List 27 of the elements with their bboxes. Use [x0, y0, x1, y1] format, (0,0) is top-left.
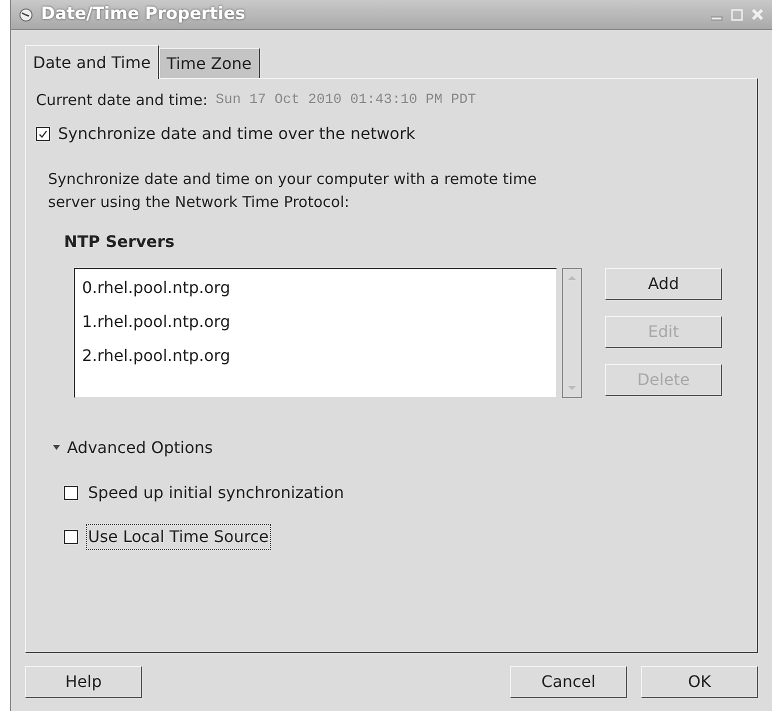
- description-text: Synchronize date and time on your computer with a remote time server using the Network Time Protocol:: [48, 168, 538, 212]
- expander-icon[interactable]: [52, 443, 61, 452]
- dialog-button[interactable]: OK: [641, 666, 758, 698]
- checkbox[interactable]: [64, 530, 78, 544]
- help-button[interactable]: Help: [25, 666, 142, 698]
- window-title: Date/Time Properties: [41, 2, 246, 26]
- check-icon: [38, 128, 48, 138]
- checkbox-label[interactable]: Synchronize date and time over the network: [58, 122, 416, 146]
- server-item[interactable]: 2.rhel.pool.ntp.org: [75, 340, 556, 374]
- section-heading: NTP Servers: [64, 230, 175, 252]
- close-icon[interactable]: [751, 8, 764, 21]
- checkbox-label[interactable]: Use Local Time Source: [86, 524, 271, 550]
- server-button[interactable]: Add: [605, 268, 722, 300]
- checkbox-label[interactable]: Speed up initial synchronization: [86, 480, 346, 506]
- server-item[interactable]: 1.rhel.pool.ntp.org: [75, 306, 556, 340]
- current-time-label: Current date and time:: [36, 90, 208, 111]
- dialog-button[interactable]: Cancel: [510, 666, 627, 698]
- checkbox[interactable]: [36, 126, 50, 140]
- checkbox[interactable]: [64, 486, 78, 500]
- maximize-icon[interactable]: [731, 8, 743, 20]
- expander-label[interactable]: Advanced Options: [67, 436, 213, 460]
- scrollbar[interactable]: [562, 268, 582, 398]
- tab[interactable]: Time Zone: [158, 48, 260, 78]
- server-item[interactable]: 0.rhel.pool.ntp.org: [75, 272, 556, 306]
- tab[interactable]: Date and Time: [25, 45, 159, 79]
- current-time-value: Sun 17 Oct 2010 01:43:10 PM PDT: [216, 90, 476, 110]
- clock-icon: [19, 8, 33, 22]
